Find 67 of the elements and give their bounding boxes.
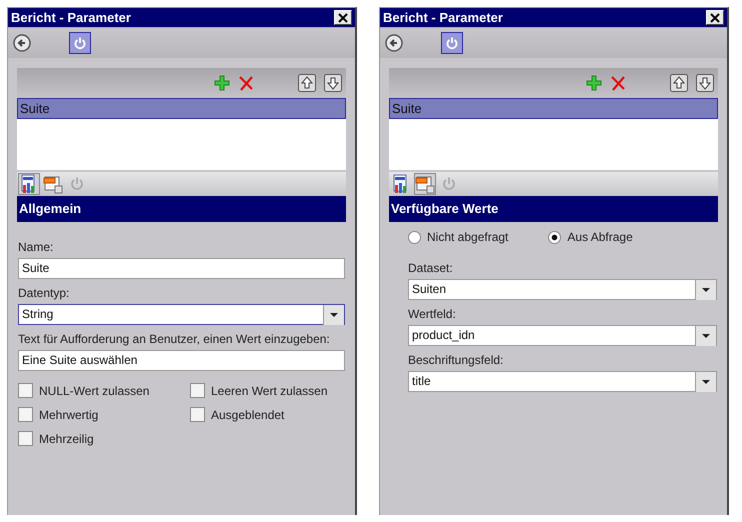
power-icon	[445, 36, 459, 50]
checkbox-option[interactable]: Leeren Wert zulassen	[190, 383, 345, 398]
dropdown-field[interactable]: String	[18, 304, 345, 325]
parameter-item[interactable]: Suite	[389, 98, 718, 119]
checkbox-label: Leeren Wert zulassen	[211, 384, 328, 398]
field-label: Text für Aufforderung an Benutzer, einen Wert einzugeben:	[18, 332, 331, 347]
radio-button[interactable]	[548, 230, 562, 244]
dropdown-arrow-icon[interactable]	[695, 326, 716, 346]
dropdown-value: title	[412, 373, 431, 390]
field-label: Beschriftungsfeld:	[408, 353, 504, 368]
close-button[interactable]	[334, 10, 352, 25]
text-field[interactable]: Eine Suite auswählen	[18, 350, 345, 371]
section-header: Allgemein	[17, 196, 346, 222]
parameter-item[interactable]: Suite	[17, 98, 346, 119]
text-field[interactable]: Suite	[18, 258, 345, 279]
field-label: Datentyp:	[18, 286, 70, 301]
move-up-icon[interactable]	[298, 74, 316, 92]
radio-label: Aus Abfrage	[567, 230, 633, 244]
power-icon	[69, 176, 85, 192]
move-down-icon[interactable]	[324, 74, 342, 92]
move-down-icon[interactable]	[696, 74, 714, 92]
checkbox-option[interactable]: Ausgeblendet	[190, 407, 345, 422]
form-icon	[415, 174, 435, 194]
radio-button[interactable]	[408, 230, 421, 244]
back-icon[interactable]	[13, 34, 31, 52]
radio-option[interactable]: Aus Abfrage	[548, 230, 633, 244]
window-title: Bericht - Parameter	[383, 10, 503, 25]
delete-icon[interactable]	[610, 75, 626, 91]
form-tab[interactable]	[414, 173, 436, 195]
checkbox-label: Mehrzeilig	[39, 432, 94, 446]
dropdown-arrow-icon[interactable]	[323, 304, 344, 324]
checkbox[interactable]	[190, 383, 205, 398]
checkbox-label: Ausgeblendet	[211, 408, 284, 422]
checkbox[interactable]	[18, 431, 33, 446]
checkbox-option[interactable]: Mehrzeilig	[18, 431, 190, 446]
dropdown-arrow-icon[interactable]	[695, 372, 716, 392]
move-up-icon[interactable]	[670, 74, 688, 92]
dropdown-field[interactable]: title	[408, 371, 717, 392]
field-label: Name:	[18, 240, 54, 255]
power-icon	[441, 176, 457, 192]
field-label: Dataset:	[408, 261, 454, 276]
window-title: Bericht - Parameter	[11, 10, 131, 25]
dropdown-value: Suiten	[412, 281, 446, 298]
dropdown-arrow-icon[interactable]	[695, 280, 716, 300]
checkbox-option[interactable]: NULL-Wert zulassen	[18, 383, 190, 398]
checkbox-label: Mehrwertig	[39, 408, 98, 422]
section-header: Verfügbare Werte	[389, 196, 718, 222]
checkbox[interactable]	[18, 407, 33, 422]
checkbox[interactable]	[190, 407, 205, 422]
delete-icon[interactable]	[238, 75, 254, 91]
field-label: Wertfeld:	[408, 307, 457, 322]
dropdown-field[interactable]: product_idn	[408, 325, 717, 346]
power-icon	[73, 36, 87, 50]
report-tab[interactable]	[18, 173, 40, 195]
checkbox-label: NULL-Wert zulassen	[39, 384, 150, 398]
form-icon	[43, 174, 63, 194]
radio-option[interactable]: Nicht abgefragt	[408, 230, 508, 244]
power-button[interactable]	[441, 32, 463, 54]
back-icon[interactable]	[385, 34, 403, 52]
close-button[interactable]	[706, 10, 724, 25]
dropdown-value: String	[22, 306, 54, 323]
radio-label: Nicht abgefragt	[427, 230, 508, 244]
dropdown-value: product_idn	[412, 327, 475, 344]
dropdown-field[interactable]: Suiten	[408, 279, 717, 300]
power-button[interactable]	[69, 32, 91, 54]
checkbox[interactable]	[18, 383, 33, 398]
checkbox-option[interactable]: Mehrwertig	[18, 407, 190, 422]
